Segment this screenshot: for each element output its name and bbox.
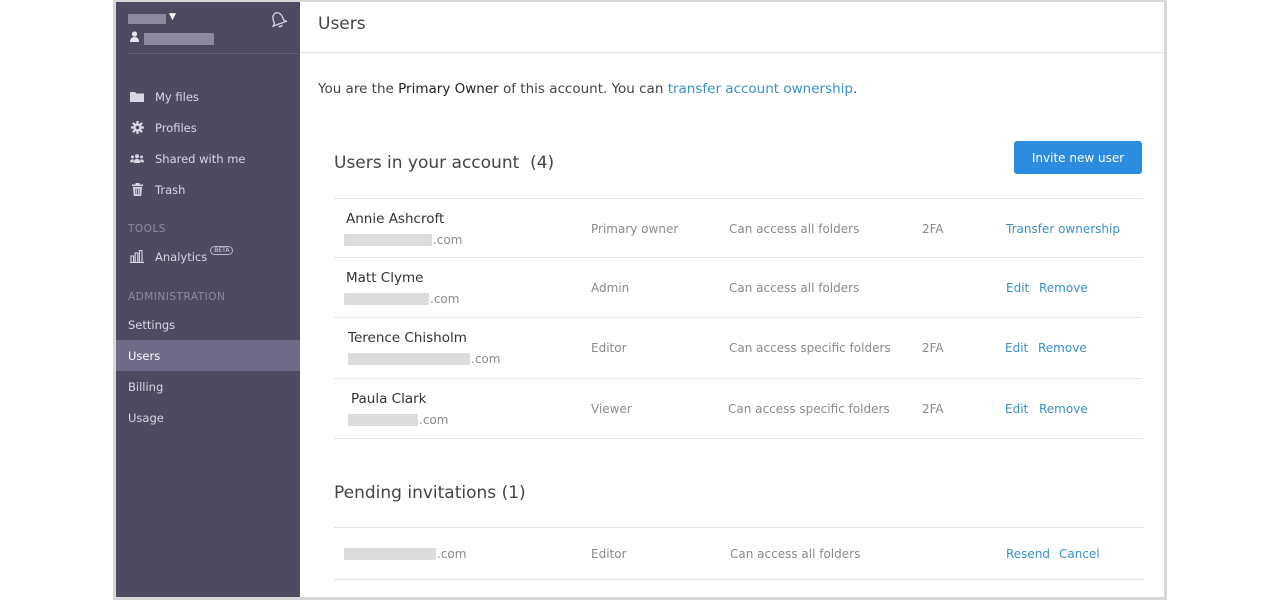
nav-label: Profiles bbox=[155, 120, 197, 135]
admin-item-users[interactable]: Users bbox=[116, 340, 300, 371]
admin-item-billing[interactable]: Billing bbox=[116, 371, 300, 402]
email-suffix: .com bbox=[471, 352, 501, 366]
nav-label: Trash bbox=[155, 182, 186, 197]
remove-button[interactable]: Remove bbox=[1039, 402, 1088, 416]
users-section-label: Users in your account bbox=[334, 153, 520, 173]
table-row: Matt Clyme .com Admin Can access all fol… bbox=[334, 257, 1142, 318]
nav-profiles[interactable]: Profiles bbox=[116, 112, 300, 143]
pending-section-title: Pending invitations (1) bbox=[334, 483, 526, 503]
edit-button[interactable]: Edit bbox=[1005, 341, 1028, 355]
user-access: Can access specific folders bbox=[729, 341, 891, 355]
user-name: Annie Ashcroft bbox=[346, 211, 445, 227]
ownership-role: Primary Owner bbox=[398, 81, 499, 97]
user-role: Admin bbox=[591, 281, 630, 295]
top-bar: Users bbox=[300, 2, 1164, 53]
invite-role: Editor bbox=[591, 547, 627, 561]
resend-button[interactable]: Resend bbox=[1006, 547, 1050, 561]
ownership-notice: You are the Primary Owner of this accoun… bbox=[318, 81, 857, 97]
email-redacted bbox=[344, 293, 429, 305]
user-name: Terence Chisholm bbox=[348, 330, 467, 346]
page-title: Users bbox=[318, 14, 366, 34]
pending-invitation-row: .com Editor Can access all folders Resen… bbox=[334, 527, 1144, 580]
email-suffix: .com bbox=[437, 547, 467, 561]
remove-button[interactable]: Remove bbox=[1039, 281, 1088, 295]
table-row: Paula Clark .com Viewer Can access speci… bbox=[334, 378, 1142, 439]
nav-my-files[interactable]: My files bbox=[116, 81, 300, 112]
table-row: Annie Ashcroft .com Primary owner Can ac… bbox=[334, 198, 1142, 259]
main-content: Users You are the Primary Owner of this … bbox=[300, 2, 1164, 597]
user-email: .com bbox=[344, 233, 462, 247]
email-redacted bbox=[344, 234, 432, 246]
user-email: .com bbox=[348, 352, 500, 366]
ownership-suffix: . bbox=[853, 81, 858, 97]
email-redacted bbox=[348, 414, 418, 426]
pending-count: (1) bbox=[501, 483, 526, 503]
nav-analytics[interactable]: Analytics BETA bbox=[116, 241, 300, 272]
user-icon bbox=[130, 31, 139, 45]
caret-down-icon: ▼ bbox=[169, 12, 176, 22]
bar-chart-icon bbox=[130, 250, 144, 263]
nav-label: My files bbox=[155, 89, 199, 104]
user-access: Can access all folders bbox=[729, 222, 860, 236]
user-email: .com bbox=[344, 292, 459, 306]
invite-email: .com bbox=[344, 547, 466, 561]
gear-icon bbox=[130, 121, 144, 134]
admin-item-settings[interactable]: Settings bbox=[116, 309, 300, 340]
pending-section-label: Pending invitations bbox=[334, 483, 497, 503]
account-name-redacted bbox=[128, 14, 166, 24]
email-redacted bbox=[344, 548, 436, 560]
email-suffix: .com bbox=[430, 292, 460, 306]
transfer-ownership-button[interactable]: Transfer ownership bbox=[1006, 222, 1120, 236]
remove-button[interactable]: Remove bbox=[1038, 341, 1087, 355]
sidebar: ▼ My files Profiles Shared with me Trash… bbox=[116, 2, 300, 597]
nav-trash[interactable]: Trash bbox=[116, 174, 300, 205]
user-access: Can access all folders bbox=[729, 281, 860, 295]
account-email-redacted bbox=[144, 33, 214, 45]
nav-shared-with-me[interactable]: Shared with me bbox=[116, 143, 300, 174]
two-factor-badge: 2FA bbox=[922, 402, 944, 416]
users-section-title: Users in your account (4) bbox=[334, 153, 554, 173]
bell-icon[interactable] bbox=[269, 9, 288, 29]
email-redacted bbox=[348, 353, 470, 365]
edit-button[interactable]: Edit bbox=[1005, 402, 1028, 416]
invite-new-user-button[interactable]: Invite new user bbox=[1014, 141, 1142, 174]
user-name: Paula Clark bbox=[351, 391, 427, 407]
folder-icon bbox=[130, 91, 144, 102]
two-factor-badge: 2FA bbox=[922, 341, 944, 355]
nav-label: Shared with me bbox=[155, 151, 246, 166]
user-email: .com bbox=[348, 413, 448, 427]
cancel-button[interactable]: Cancel bbox=[1059, 547, 1100, 561]
user-access: Can access specific folders bbox=[728, 402, 890, 416]
two-factor-badge: 2FA bbox=[922, 222, 944, 236]
user-role: Editor bbox=[591, 341, 627, 355]
user-role: Primary owner bbox=[591, 222, 679, 236]
beta-badge: BETA bbox=[210, 246, 234, 255]
email-suffix: .com bbox=[419, 413, 449, 427]
invite-access: Can access all folders bbox=[730, 547, 861, 561]
users-icon bbox=[130, 153, 144, 164]
trash-icon bbox=[130, 183, 144, 196]
user-role: Viewer bbox=[591, 402, 632, 416]
transfer-ownership-link[interactable]: transfer account ownership bbox=[668, 81, 853, 97]
nav-label: Analytics bbox=[155, 249, 208, 264]
ownership-prefix: You are the bbox=[318, 81, 399, 97]
edit-button[interactable]: Edit bbox=[1006, 281, 1029, 295]
ownership-middle: of this account. You can bbox=[498, 81, 668, 97]
user-name: Matt Clyme bbox=[346, 270, 424, 286]
users-count: (4) bbox=[530, 153, 555, 173]
email-suffix: .com bbox=[433, 233, 463, 247]
admin-item-usage[interactable]: Usage bbox=[116, 402, 300, 433]
table-row: Terence Chisholm .com Editor Can access … bbox=[334, 317, 1142, 378]
administration-heading: ADMINISTRATION bbox=[128, 291, 226, 303]
app-window: ▼ My files Profiles Shared with me Trash… bbox=[113, 0, 1167, 600]
tools-heading: TOOLS bbox=[128, 223, 166, 235]
